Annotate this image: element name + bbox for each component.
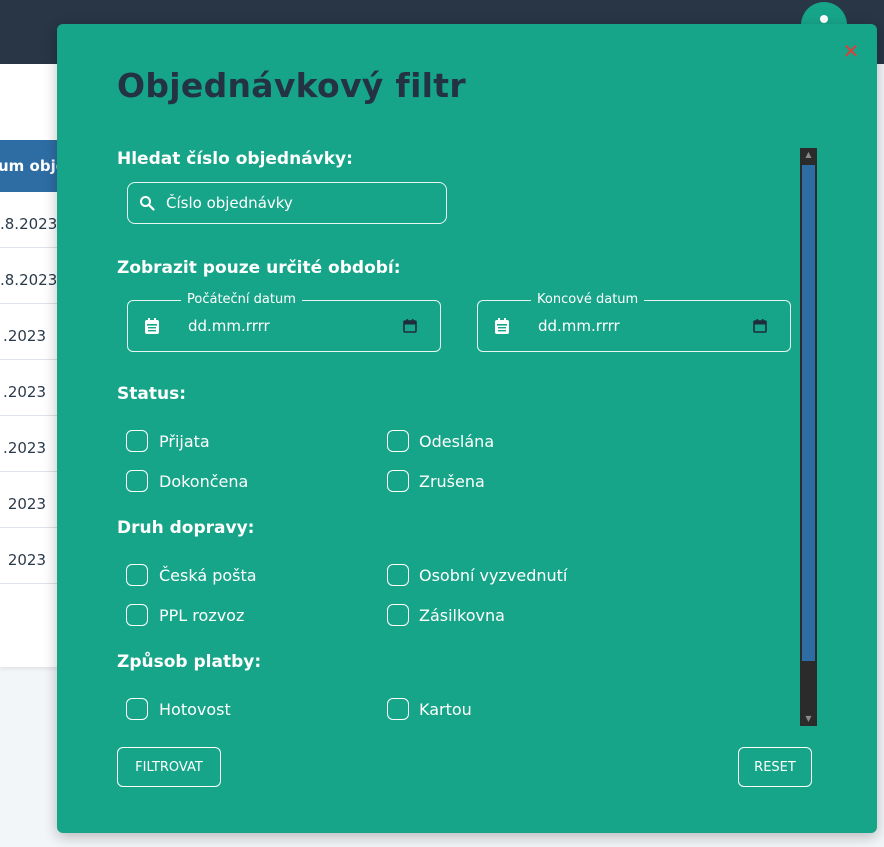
checkbox-payment-hotovost[interactable] bbox=[126, 698, 148, 720]
order-filter-modal: ✕ Objednávkový filtr Hledat číslo objedn… bbox=[57, 24, 877, 833]
payment-section-label: Způsob platby: bbox=[117, 652, 262, 672]
checkbox-label[interactable]: Hotovost bbox=[159, 700, 231, 719]
start-date-value: dd.mm.rrrr bbox=[188, 317, 270, 335]
start-date-field[interactable]: Počáteční datum dd.mm.rrrr bbox=[127, 291, 441, 352]
start-date-legend: Počáteční datum bbox=[181, 291, 302, 309]
status-section-label: Status: bbox=[117, 384, 186, 404]
checkbox-status-dokoncena[interactable] bbox=[126, 470, 148, 492]
table-header-date: um obje bbox=[0, 157, 60, 175]
search-field[interactable] bbox=[127, 182, 447, 224]
end-date-legend: Koncové datum bbox=[531, 291, 645, 309]
table-row[interactable]: .2023 bbox=[0, 360, 60, 416]
table-row[interactable]: 2023 bbox=[0, 528, 60, 584]
checkbox-shipping-zasilkovna[interactable] bbox=[387, 604, 409, 626]
calendar-picker-icon[interactable] bbox=[753, 319, 767, 333]
period-section-label: Zobrazit pouze určité období: bbox=[117, 258, 401, 278]
checkbox-label[interactable]: Dokončena bbox=[159, 472, 248, 491]
checkbox-status-zrusena[interactable] bbox=[387, 470, 409, 492]
checkbox-label[interactable]: Kartou bbox=[419, 700, 472, 719]
checkbox-label[interactable]: Zrušena bbox=[419, 472, 485, 491]
calendar-picker-icon[interactable] bbox=[403, 319, 417, 333]
table-header: um obje bbox=[0, 140, 60, 192]
checkbox-label[interactable]: Zásilkovna bbox=[419, 606, 505, 625]
search-icon bbox=[140, 196, 155, 211]
close-icon[interactable]: ✕ bbox=[840, 40, 862, 62]
checkbox-status-odeslana[interactable] bbox=[387, 430, 409, 452]
checkbox-label[interactable]: Česká pošta bbox=[159, 566, 257, 585]
modal-title: Objednávkový filtr bbox=[117, 66, 466, 105]
reset-button[interactable]: RESET bbox=[738, 747, 812, 787]
scroll-up-arrow-icon[interactable]: ▲ bbox=[800, 148, 817, 162]
calendar-icon bbox=[145, 318, 159, 334]
checkbox-label[interactable]: Přijata bbox=[159, 432, 210, 451]
table-row[interactable]: 2023 bbox=[0, 472, 60, 528]
table-rows: .8.2023 .8.2023 .2023 .2023 .2023 2023 2… bbox=[0, 192, 60, 584]
checkbox-status-prijata[interactable] bbox=[126, 430, 148, 452]
end-date-field[interactable]: Koncové datum dd.mm.rrrr bbox=[477, 291, 791, 352]
table-row[interactable]: .2023 bbox=[0, 416, 60, 472]
shipping-section-label: Druh dopravy: bbox=[117, 518, 255, 538]
table-row[interactable]: .8.2023 bbox=[0, 248, 60, 304]
checkbox-label[interactable]: Osobní vyzvednutí bbox=[419, 566, 567, 585]
end-date-value: dd.mm.rrrr bbox=[538, 317, 620, 335]
scrollbar-thumb[interactable] bbox=[802, 165, 815, 661]
avatar-dot bbox=[820, 15, 828, 23]
scrollbar[interactable]: ▲ ▼ bbox=[800, 148, 817, 726]
table-row[interactable]: .2023 bbox=[0, 304, 60, 360]
checkbox-shipping-ceska-posta[interactable] bbox=[126, 564, 148, 586]
search-section-label: Hledat číslo objednávky: bbox=[117, 149, 353, 169]
order-number-input[interactable] bbox=[166, 183, 436, 223]
scroll-down-arrow-icon[interactable]: ▼ bbox=[800, 712, 817, 726]
checkbox-label[interactable]: Odeslána bbox=[419, 432, 494, 451]
checkbox-label[interactable]: PPL rozvoz bbox=[159, 606, 244, 625]
checkbox-payment-kartou[interactable] bbox=[387, 698, 409, 720]
checkbox-shipping-ppl[interactable] bbox=[126, 604, 148, 626]
checkbox-shipping-osobni[interactable] bbox=[387, 564, 409, 586]
calendar-icon bbox=[495, 318, 509, 334]
filter-button[interactable]: FILTROVAT bbox=[117, 747, 221, 787]
table-row[interactable]: .8.2023 bbox=[0, 192, 60, 248]
